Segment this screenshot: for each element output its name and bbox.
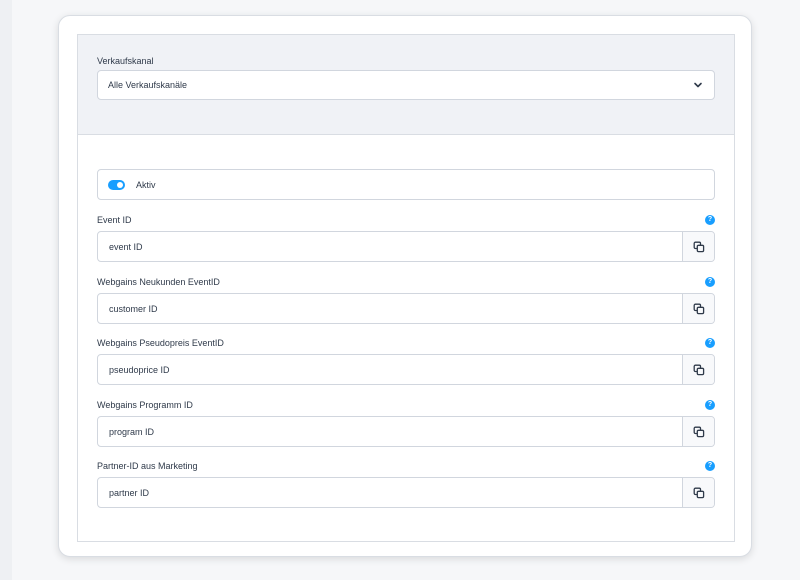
- partner-id-input-group: [97, 477, 715, 508]
- copy-button[interactable]: [682, 478, 714, 507]
- sales-channel-label: Verkaufskanal: [97, 56, 154, 66]
- active-toggle-label: Aktiv: [136, 180, 156, 190]
- event-id-label: Event ID: [97, 215, 132, 225]
- partner-id-label: Partner-ID aus Marketing: [97, 461, 198, 471]
- program-id-label: Webgains Programm ID: [97, 400, 193, 410]
- left-background-strip: [0, 0, 12, 580]
- copy-icon: [693, 241, 705, 253]
- help-icon[interactable]: ?: [705, 400, 715, 410]
- help-icon[interactable]: ?: [705, 215, 715, 225]
- chevron-down-icon: [694, 82, 702, 88]
- copy-button[interactable]: [682, 232, 714, 261]
- active-toggle-switch[interactable]: [108, 180, 125, 190]
- copy-button[interactable]: [682, 355, 714, 384]
- program-id-input-group: [97, 416, 715, 447]
- customer-event-id-input-group: [97, 293, 715, 324]
- event-id-input[interactable]: [98, 232, 682, 261]
- pseudoprice-event-id-input[interactable]: [98, 355, 682, 384]
- event-id-input-group: [97, 231, 715, 262]
- help-icon[interactable]: ?: [705, 277, 715, 287]
- copy-icon: [693, 303, 705, 315]
- sales-channel-section: Verkaufskanal Alle Verkaufskanäle: [78, 35, 734, 135]
- sales-channel-selected-value: Alle Verkaufskanäle: [108, 80, 188, 90]
- copy-button[interactable]: [682, 294, 714, 323]
- copy-button[interactable]: [682, 417, 714, 446]
- customer-event-id-input[interactable]: [98, 294, 682, 323]
- pseudoprice-event-id-input-group: [97, 354, 715, 385]
- program-id-input[interactable]: [98, 417, 682, 446]
- active-toggle-row: Aktiv: [97, 169, 715, 200]
- copy-icon: [693, 487, 705, 499]
- customer-event-id-label: Webgains Neukunden EventID: [97, 277, 220, 287]
- settings-form: Verkaufskanal Alle Verkaufskanäle Aktiv …: [77, 34, 735, 542]
- help-icon[interactable]: ?: [705, 338, 715, 348]
- help-icon[interactable]: ?: [705, 461, 715, 471]
- settings-card: Verkaufskanal Alle Verkaufskanäle Aktiv …: [58, 15, 752, 557]
- toggle-knob: [117, 182, 123, 188]
- pseudoprice-event-id-label: Webgains Pseudopreis EventID: [97, 338, 224, 348]
- sales-channel-select[interactable]: Alle Verkaufskanäle: [97, 70, 715, 100]
- copy-icon: [693, 426, 705, 438]
- copy-icon: [693, 364, 705, 376]
- partner-id-input[interactable]: [98, 478, 682, 507]
